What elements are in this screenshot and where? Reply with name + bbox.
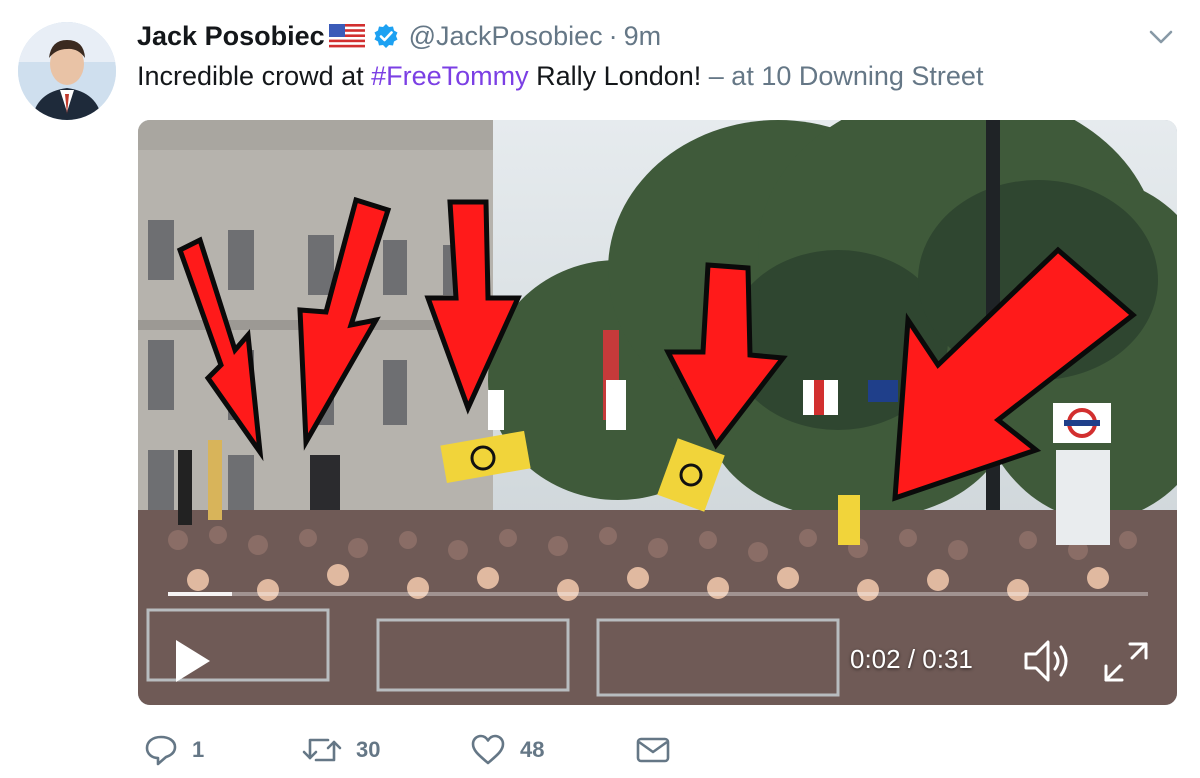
tweet-header: Jack Posobiec @JackPosobiec · 9m [137,16,661,56]
tweet-text-start: Incredible crowd at [137,61,372,91]
us-flag-icon [328,24,365,48]
reply-icon [144,734,178,766]
hashtag-link[interactable]: #FreeTommy [371,61,529,91]
play-icon[interactable] [172,638,212,684]
retweet-icon [302,734,342,766]
retweet-count: 30 [356,737,381,762]
video-progress-fill [168,592,232,596]
envelope-icon [636,735,670,765]
reply-button[interactable]: 1 [144,728,204,772]
reply-count: 1 [192,737,205,762]
video-frame [138,120,1177,705]
chevron-down-icon[interactable] [1146,22,1176,52]
heart-icon [470,734,506,766]
tweet-timestamp[interactable]: 9m [624,21,662,52]
author-handle[interactable]: @JackPosobiec [409,21,603,52]
tweet-text-end: Rally London! [528,61,702,91]
avatar-image [18,22,116,120]
like-count: 48 [520,737,545,762]
avatar[interactable] [18,22,116,120]
like-button[interactable]: 48 [470,728,544,772]
verified-badge-icon [373,23,399,49]
volume-icon[interactable] [1022,638,1074,684]
author-name[interactable]: Jack Posobiec [137,21,325,52]
video-progress-bar[interactable] [168,592,1148,596]
fullscreen-icon[interactable] [1102,640,1150,684]
separator-dot: · [608,20,618,51]
video-player[interactable]: 0:02 / 0:31 [138,120,1177,705]
video-timecode: 0:02 / 0:31 [850,644,973,674]
tweet-text: Incredible crowd at #FreeTommy Rally Lon… [137,58,983,94]
direct-message-button[interactable] [636,728,670,772]
location-link[interactable]: – at 10 Downing Street [701,61,984,91]
retweet-button[interactable]: 30 [302,728,380,772]
